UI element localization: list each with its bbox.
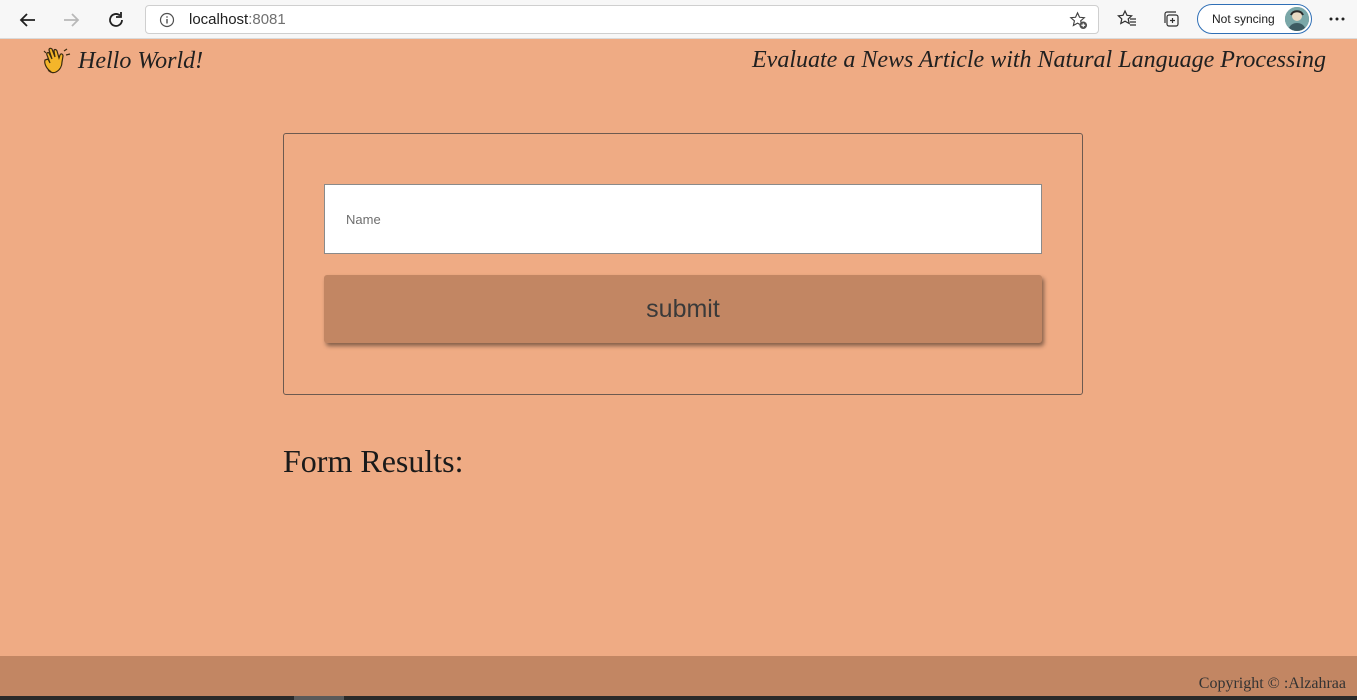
page-headline: Evaluate a News Article with Natural Lan…	[752, 47, 1326, 73]
favorite-add-icon[interactable]	[1069, 11, 1088, 30]
article-form: submit	[283, 133, 1083, 395]
back-arrow-icon	[19, 13, 35, 27]
footer: Copyright © :Alzahraa	[0, 656, 1357, 696]
scrollbar-thumb[interactable]	[294, 696, 344, 700]
copyright-text: Copyright © :Alzahraa	[1198, 675, 1346, 692]
address-bar[interactable]: localhost:8081	[145, 5, 1099, 34]
profile-sync-button[interactable]: Not syncing	[1197, 4, 1312, 34]
forward-arrow-icon	[64, 13, 80, 27]
name-input[interactable]	[324, 184, 1042, 254]
profile-avatar-icon	[1285, 7, 1309, 31]
greeting-text: Hello World!	[78, 47, 204, 74]
browser-toolbar: localhost:8081 Not syncing	[0, 0, 1357, 39]
submit-button[interactable]: submit	[324, 275, 1042, 343]
page-body: Hello World! Evaluate a News Article wit…	[0, 39, 1357, 700]
favorites-icon[interactable]	[1117, 9, 1137, 29]
forward-button[interactable]	[57, 6, 85, 34]
sync-status-label: Not syncing	[1212, 12, 1275, 26]
url-text[interactable]: localhost:8081	[189, 11, 286, 28]
url-host: localhost	[189, 11, 249, 28]
reload-button[interactable]	[102, 6, 130, 34]
collections-icon[interactable]	[1161, 9, 1181, 29]
back-button[interactable]	[14, 6, 42, 34]
greeting: Hello World!	[42, 47, 203, 75]
more-options-icon[interactable]	[1326, 8, 1348, 30]
url-port: :8081	[248, 11, 286, 28]
info-icon[interactable]	[159, 12, 175, 28]
form-results-title: Form Results:	[283, 443, 464, 479]
horizontal-scrollbar[interactable]	[0, 696, 1357, 700]
reload-icon	[109, 12, 123, 27]
waving-hand-icon	[43, 47, 71, 74]
